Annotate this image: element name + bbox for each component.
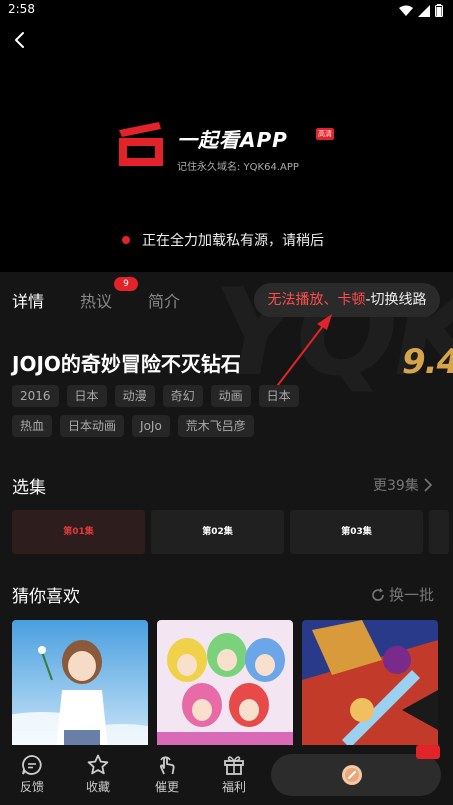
tag-row-1: 2016 日本 动漫 奇幻 动画 日本 (12, 385, 299, 407)
episodes-section-title: 选集 (12, 478, 46, 498)
refresh-label: 换一批 (389, 586, 435, 604)
favorite-button[interactable]: 收藏 (78, 753, 118, 795)
app-logo-mark-icon (119, 122, 163, 166)
bottom-action-bar: 反馈 收藏 催更 福利 (0, 745, 453, 805)
recommend-poster[interactable] (12, 620, 148, 750)
tab-intro[interactable]: 简介 (148, 288, 180, 312)
star-icon (87, 754, 109, 775)
tag[interactable]: 日本 (66, 385, 107, 407)
poster-image (12, 620, 148, 750)
loading-status: 正在全力加载私有源，请稍后 (122, 230, 324, 250)
tap-finger-icon (160, 756, 175, 775)
episode-item-active[interactable]: 第01集 (12, 510, 145, 554)
detail-tabs: 详情 热议 9 简介 无法播放、卡顿-切换线路 (0, 272, 453, 328)
tag-row-2: 热血 日本动画 JoJo 荒木飞吕彦 (12, 415, 254, 437)
coin-icon (342, 765, 362, 785)
episode-item[interactable]: 第03集 (290, 510, 423, 554)
tag[interactable]: 荒木飞吕彦 (177, 415, 254, 437)
gift-icon (224, 756, 244, 775)
tag[interactable]: 日本动画 (60, 415, 125, 437)
urge-update-button[interactable]: 催更 (147, 753, 187, 795)
feedback-label: 反馈 (19, 780, 44, 794)
tab-details[interactable]: 详情 (12, 288, 44, 312)
signal-icon (418, 4, 430, 17)
tag[interactable]: 热血 (12, 415, 53, 437)
status-bar: 2:58 (0, 0, 453, 22)
recommend-poster[interactable] (302, 620, 438, 750)
app-logo: 一起看APP 高清 记住永久域名: YQK64.APP (115, 118, 345, 178)
tag[interactable]: JoJo (132, 415, 170, 437)
show-score: 9.4 (402, 342, 453, 382)
recommend-section-title: 猜你喜欢 (12, 587, 80, 607)
switch-route-button[interactable]: 无法播放、卡顿-切换线路 (254, 283, 440, 317)
welfare-button[interactable]: 福利 (214, 753, 254, 795)
status-icons (399, 4, 443, 17)
show-title: JOJO的奇妙冒险不灭钻石 (12, 352, 241, 376)
status-time: 2:58 (8, 2, 35, 16)
switch-route-label: -切换线路 (365, 292, 427, 308)
detail-content: YQK 详情 热议 9 简介 无法播放、卡顿-切换线路 JOJO的奇妙冒险不灭钻… (0, 272, 453, 805)
tab-comments[interactable]: 热议 (80, 288, 112, 312)
loading-dot-icon (122, 236, 130, 244)
chevron-right-icon (424, 478, 432, 492)
tag[interactable]: 日本 (258, 385, 299, 407)
play-coin-button[interactable] (271, 754, 441, 796)
refresh-icon (372, 587, 384, 601)
wifi-icon (399, 5, 413, 16)
more-episodes-link[interactable]: 更39集 (373, 475, 433, 495)
tag-year[interactable]: 2016 (12, 385, 59, 407)
tag[interactable]: 动画 (210, 385, 251, 407)
feedback-chat-icon (22, 755, 42, 775)
video-player[interactable]: 一起看APP 高清 记住永久域名: YQK64.APP 正在全力加载私有源，请稍… (0, 22, 453, 272)
episode-list: 第01集 第02集 第03集 (12, 510, 449, 554)
urge-update-label: 催更 (154, 780, 179, 794)
tag[interactable]: 动漫 (114, 385, 155, 407)
app-logo-title: 一起看APP (177, 128, 288, 152)
battery-icon (435, 4, 443, 17)
app-logo-tag: 高清 (316, 128, 334, 140)
favorite-label: 收藏 (85, 780, 110, 794)
switch-route-warning: 无法播放、卡顿 (267, 292, 366, 308)
feedback-button[interactable]: 反馈 (12, 753, 52, 795)
recommend-poster[interactable] (157, 620, 293, 750)
welfare-label: 福利 (221, 780, 246, 794)
poster-image (302, 620, 438, 750)
poster-image (157, 620, 293, 750)
more-episodes-label: 更39集 (373, 478, 419, 494)
tag[interactable]: 奇幻 (162, 385, 203, 407)
back-arrow-icon[interactable] (8, 28, 32, 52)
loading-text: 正在全力加载私有源，请稍后 (142, 233, 324, 249)
refresh-recommend-button[interactable]: 换一批 (371, 584, 434, 605)
app-domain-text: 记住永久域名: YQK64.APP (177, 162, 299, 173)
recommend-list (12, 620, 438, 750)
comments-count-badge: 9 (114, 277, 138, 291)
episode-item[interactable]: 第02集 (151, 510, 284, 554)
play-badge (416, 745, 440, 759)
episode-item-partial[interactable] (429, 510, 449, 554)
